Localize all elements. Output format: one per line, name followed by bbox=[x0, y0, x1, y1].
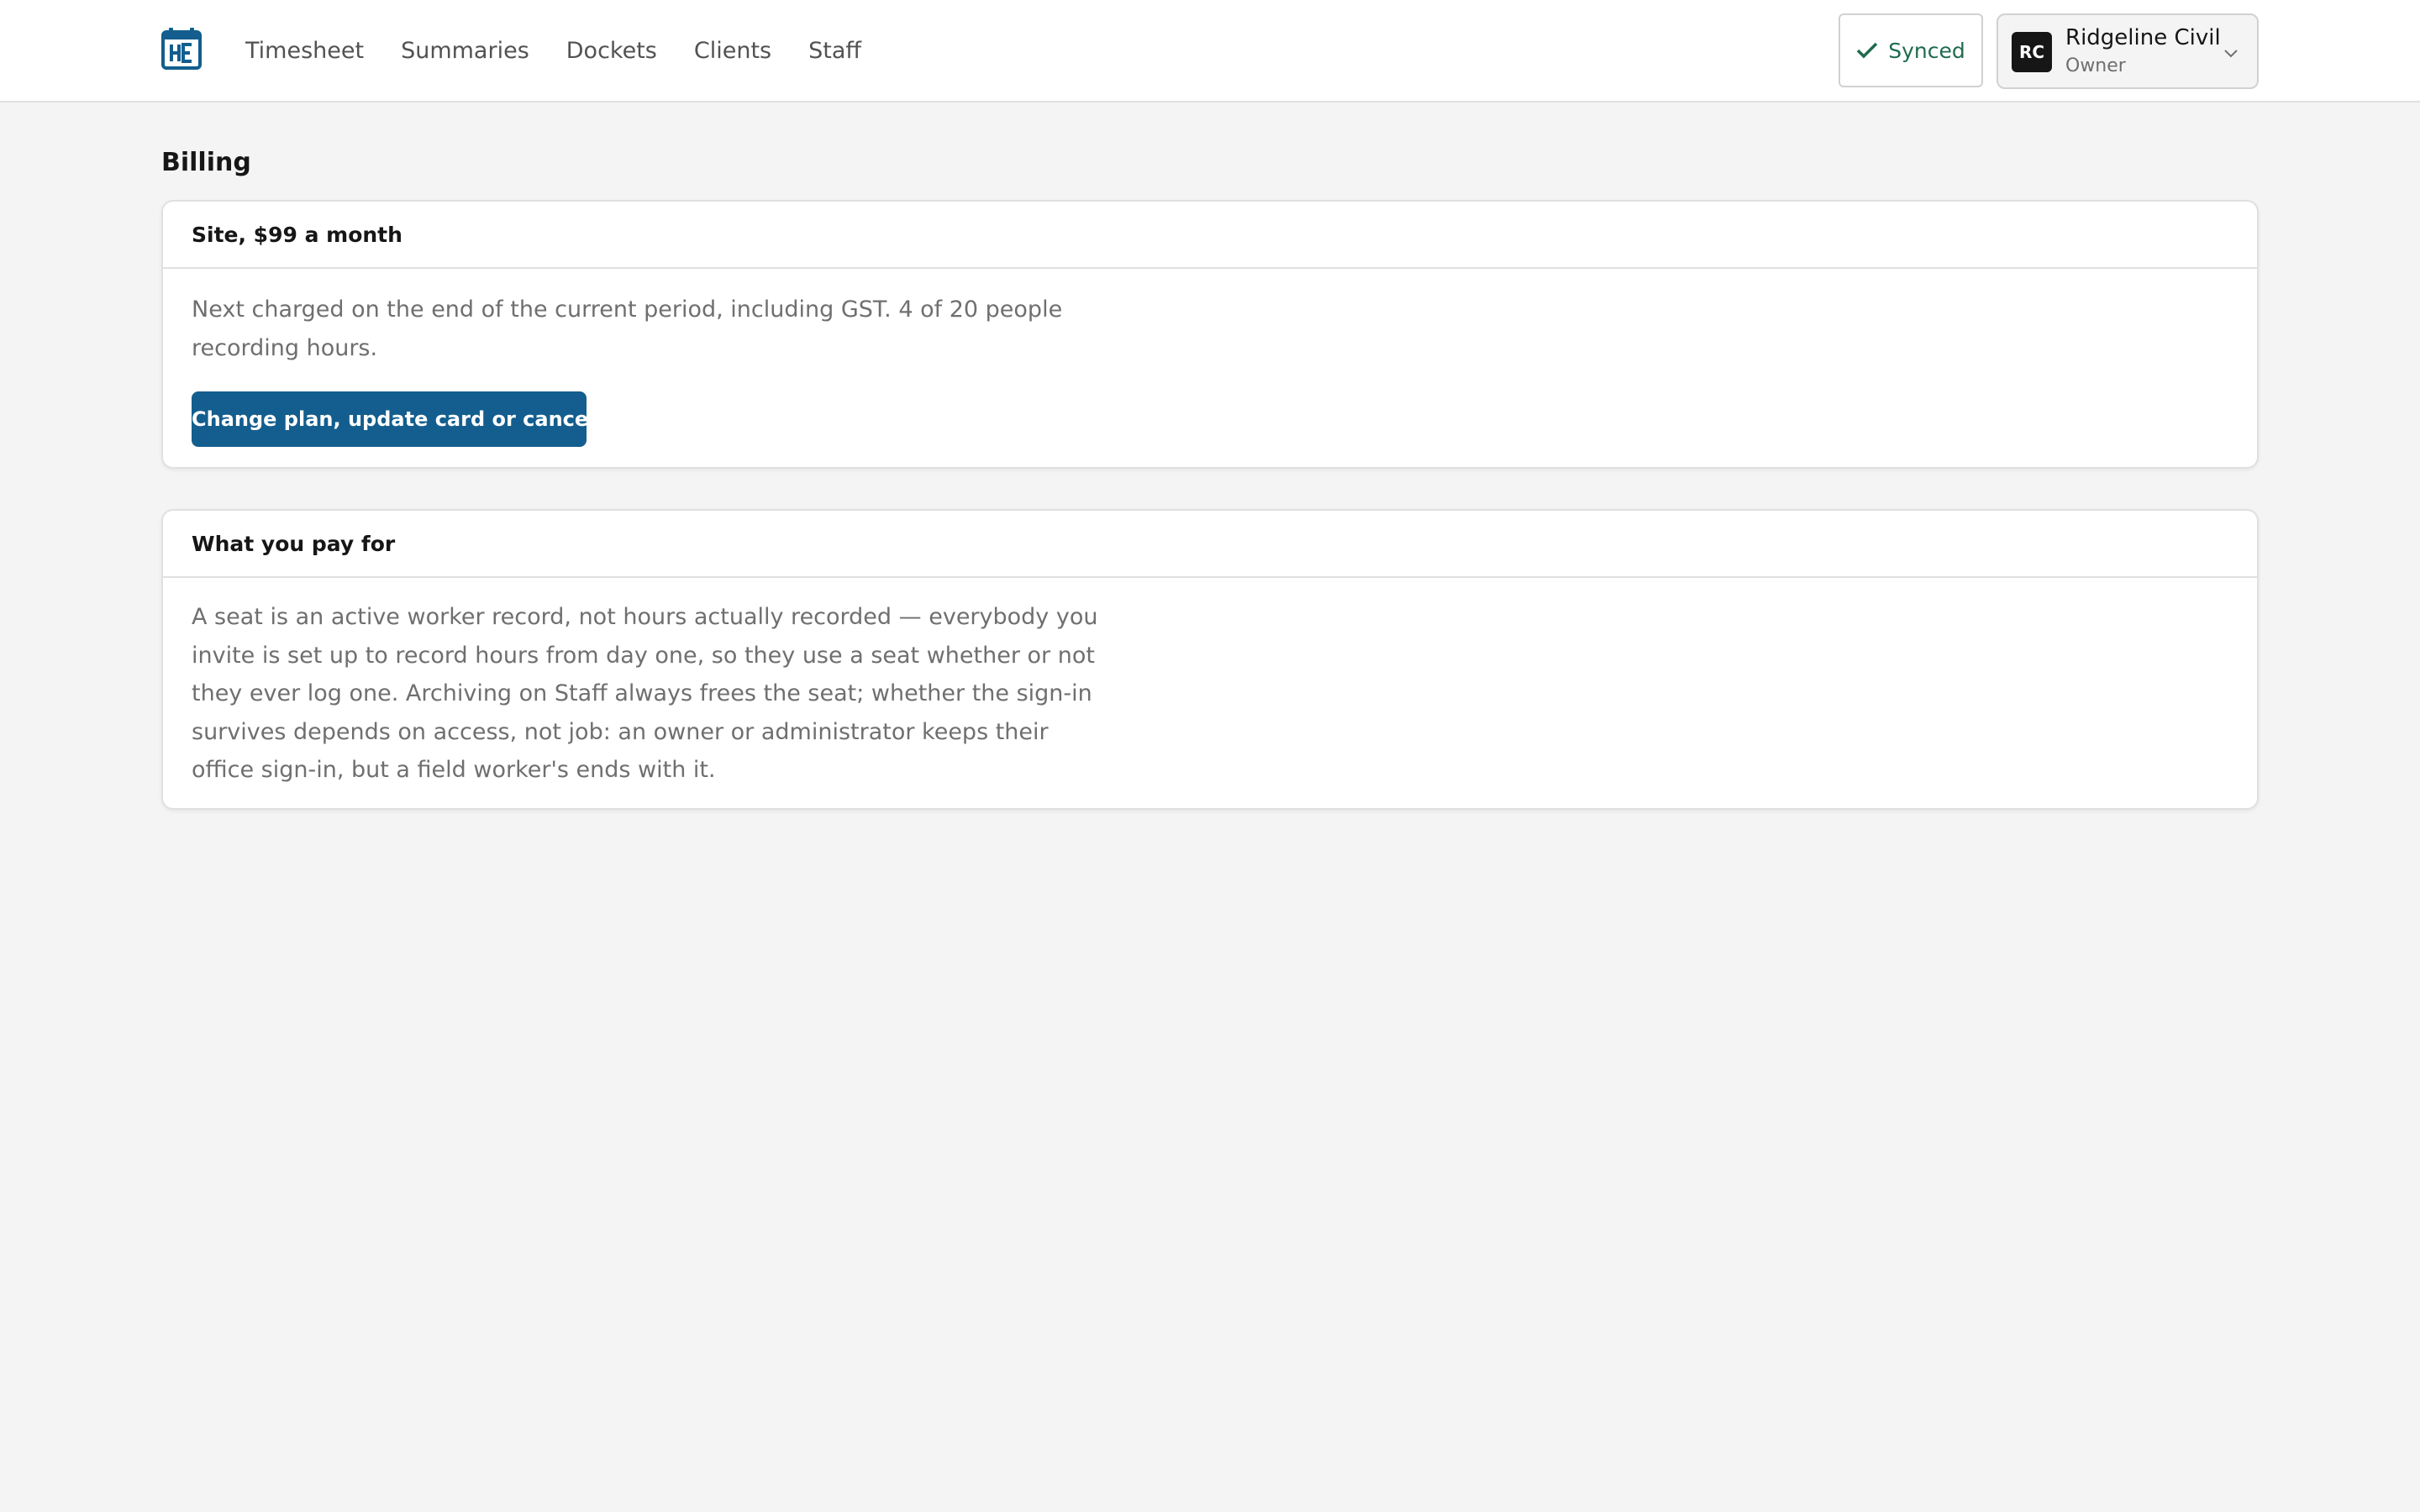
nav-staff[interactable]: Staff bbox=[808, 38, 861, 64]
main-nav: Timesheet Summaries Dockets Clients Staf… bbox=[245, 0, 861, 101]
plan-card-heading: Site, $99 a month bbox=[163, 202, 2257, 269]
top-navigation-bar: Timesheet Summaries Dockets Clients Staf… bbox=[0, 0, 2420, 102]
plan-description: Next charged on the end of the current p… bbox=[192, 297, 1063, 361]
nav-timesheet[interactable]: Timesheet bbox=[245, 38, 364, 64]
check-icon bbox=[1856, 42, 1878, 59]
sync-status-label: Synced bbox=[1888, 38, 1965, 63]
billing-info-card: What you pay for A seat is an active wor… bbox=[161, 509, 2259, 810]
nav-summaries[interactable]: Summaries bbox=[401, 38, 529, 64]
info-description: A seat is an active worker record, not h… bbox=[192, 604, 1098, 783]
account-name: Ridgeline Civil bbox=[2065, 25, 2221, 50]
nav-clients[interactable]: Clients bbox=[694, 38, 771, 64]
page-title: Billing bbox=[161, 148, 251, 177]
calendar-logo-icon[interactable] bbox=[161, 28, 202, 70]
sync-status-button[interactable]: Synced bbox=[1839, 13, 1983, 87]
chevron-down-icon bbox=[2224, 50, 2238, 58]
nav-dockets[interactable]: Dockets bbox=[566, 38, 657, 64]
info-card-heading: What you pay for bbox=[163, 511, 2257, 578]
plan-card: Site, $99 a month Next charged on the en… bbox=[161, 200, 2259, 469]
manage-subscription-button[interactable]: Change plan, update card or cancel bbox=[192, 391, 595, 447]
account-role: Owner bbox=[2065, 55, 2126, 76]
avatar: RC bbox=[2012, 32, 2052, 72]
account-switcher[interactable]: RC Ridgeline Civil Owner bbox=[1996, 13, 2259, 89]
